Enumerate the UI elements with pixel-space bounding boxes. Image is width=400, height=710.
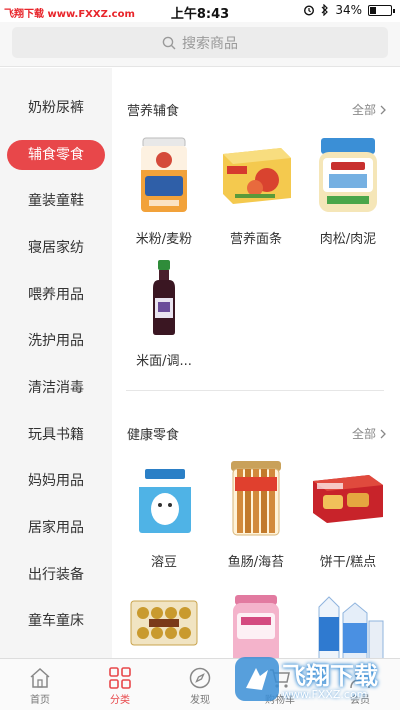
watermark-url: www.FXXZ.com xyxy=(282,688,368,701)
sidebar-item-feeding[interactable]: 喂养用品 xyxy=(0,280,112,310)
sidebar-item-label: 玩具书籍 xyxy=(28,427,84,443)
product-card[interactable]: 营养面条 xyxy=(210,136,302,247)
status-right: 34% xyxy=(303,3,395,17)
sidebar-item-washcare[interactable]: 洗护用品 xyxy=(0,326,112,356)
product-card[interactable]: 米粉/麦粉 xyxy=(118,136,210,247)
puree-jar-icon xyxy=(309,136,387,214)
sidebar-item-clothing[interactable]: 童装童鞋 xyxy=(0,186,112,216)
sidebar-item-label: 童装童鞋 xyxy=(28,193,84,209)
sidebar-item-label: 寝居家纺 xyxy=(28,240,84,256)
bluetooth-icon xyxy=(321,4,329,16)
tab-home[interactable]: 首页 xyxy=(0,659,80,710)
sidebar-item-home[interactable]: 居家用品 xyxy=(0,513,112,543)
home-icon xyxy=(30,667,50,688)
product-card[interactable] xyxy=(118,593,210,658)
tab-category[interactable]: 分类 xyxy=(80,659,160,710)
section-more-link[interactable]: 全部 xyxy=(352,425,386,442)
status-bar: 飞翔下载 www.FXXZ.com 上午8:43 34% xyxy=(0,0,400,22)
search-placeholder: 搜索商品 xyxy=(182,35,238,52)
section-title: 健康零食 xyxy=(127,428,180,443)
search-input[interactable]: 搜索商品 xyxy=(12,27,388,58)
sidebar-item-label: 喂养用品 xyxy=(28,287,84,303)
section-more-link[interactable]: 全部 xyxy=(352,101,386,118)
noodle-box-icon xyxy=(217,136,295,214)
watermark-logo-icon xyxy=(235,657,279,701)
category-sidebar: 奶粉尿裤 辅食零食 童装童鞋 寝居家纺 喂养用品 洗护用品 清洁消毒 玩具书籍 … xyxy=(0,68,112,658)
sidebar-item-formula[interactable]: 奶粉尿裤 xyxy=(0,93,112,123)
product-card[interactable] xyxy=(302,593,394,658)
search-icon xyxy=(162,36,176,49)
product-label: 溶豆 xyxy=(150,555,177,570)
tab-label: 发现 xyxy=(190,695,210,706)
product-label: 鱼肠/海苔 xyxy=(227,555,285,570)
more-label: 全部 xyxy=(351,427,376,441)
sidebar-item-food-snacks[interactable]: 辅食零食 xyxy=(0,140,112,170)
cereal-can-icon xyxy=(125,136,203,214)
section-title: 营养辅食 xyxy=(127,104,180,119)
sidebar-item-cleaning[interactable]: 清洁消毒 xyxy=(0,373,112,403)
chocolate-box-icon xyxy=(125,593,203,658)
sidebar-item-label: 辅食零食 xyxy=(7,140,105,170)
watermark-brand: 飞翔下载 xyxy=(282,662,378,690)
sidebar-item-stroller[interactable]: 童车童床 xyxy=(0,606,112,636)
more-label: 全部 xyxy=(351,103,376,117)
sidebar-item-mom[interactable]: 妈妈用品 xyxy=(0,466,112,496)
battery-percent: 34% xyxy=(335,3,362,17)
chevron-right-icon xyxy=(380,429,386,438)
sidebar-item-label: 居家用品 xyxy=(28,520,84,536)
product-label: 营养面条 xyxy=(229,232,282,247)
candy-jar-icon xyxy=(217,593,295,658)
product-label: 米粉/麦粉 xyxy=(135,232,193,247)
alarm-icon xyxy=(304,5,315,16)
chevron-right-icon xyxy=(380,105,386,114)
product-card[interactable]: 鱼肠/海苔 xyxy=(210,459,302,570)
sidebar-item-label: 奶粉尿裤 xyxy=(28,100,84,116)
product-label: 米面/调... xyxy=(136,354,192,369)
tab-discover[interactable]: 发现 xyxy=(160,659,240,710)
sidebar-item-label: 洗护用品 xyxy=(28,333,84,349)
milk-carton-icon xyxy=(309,593,387,658)
product-card[interactable]: 米面/调... xyxy=(118,258,210,369)
category-content: 营养辅食 全部 米粉/麦粉 营养面条 肉松/肉泥 米面/调... 健康零食 全部… xyxy=(112,68,400,658)
product-card[interactable]: 饼干/糕点 xyxy=(302,459,394,570)
compass-icon xyxy=(189,667,211,689)
sidebar-item-label: 童车童床 xyxy=(28,613,84,629)
product-card[interactable]: 肉松/肉泥 xyxy=(302,136,394,247)
melt-box-icon xyxy=(125,459,203,537)
tab-label: 首页 xyxy=(30,695,50,706)
watermark-overlay: 飞翔下载 www.FXXZ.com xyxy=(232,652,400,710)
battery-icon xyxy=(368,4,395,16)
category-icon xyxy=(109,667,131,689)
tab-label: 分类 xyxy=(110,695,130,706)
product-card[interactable] xyxy=(210,593,302,658)
sidebar-item-toys-books[interactable]: 玩具书籍 xyxy=(0,420,112,450)
product-card[interactable]: 溶豆 xyxy=(118,459,210,570)
sausage-jar-icon xyxy=(217,459,295,537)
section-divider xyxy=(126,390,384,391)
biscuit-box-icon xyxy=(309,459,387,537)
product-label: 肉松/肉泥 xyxy=(319,232,377,247)
search-bar: 搜索商品 xyxy=(0,22,400,67)
sidebar-item-bedding[interactable]: 寝居家纺 xyxy=(0,233,112,263)
sidebar-item-label: 清洁消毒 xyxy=(28,380,84,396)
sidebar-item-travel[interactable]: 出行装备 xyxy=(0,560,112,590)
sidebar-item-label: 出行装备 xyxy=(28,567,84,583)
sauce-bottle-icon xyxy=(125,258,203,336)
sidebar-item-label: 妈妈用品 xyxy=(28,473,84,489)
product-label: 饼干/糕点 xyxy=(319,555,377,570)
